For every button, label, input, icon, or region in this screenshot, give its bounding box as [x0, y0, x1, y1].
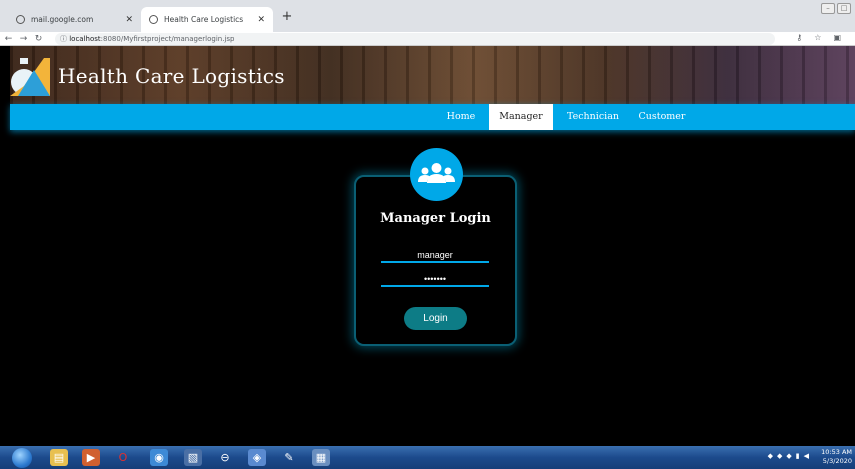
- battery-icon[interactable]: ▮: [796, 452, 800, 460]
- box-icon[interactable]: ◈: [248, 449, 266, 466]
- media-icon[interactable]: ▶: [82, 449, 100, 466]
- main-navbar: Home Manager Technician Customer: [10, 104, 855, 130]
- paint-icon[interactable]: ✎: [280, 449, 298, 466]
- username-field[interactable]: [381, 249, 489, 263]
- url-host: localhost: [69, 35, 101, 43]
- extension-icon[interactable]: ▣: [833, 33, 841, 42]
- close-tab-icon[interactable]: ✕: [125, 15, 133, 25]
- clock-time: 10:53 AM: [821, 448, 852, 456]
- windows-taskbar: ▤ ▶ O ◉ ▧ ⊖ ◈ ✎ ▦ ◆ ◆ ◆ ▮ ◀ 10:53 AM 5/3…: [0, 446, 855, 469]
- close-tab-icon[interactable]: ✕: [257, 15, 265, 25]
- nav-customer[interactable]: Customer: [632, 104, 692, 130]
- window-controls: – □: [821, 3, 851, 14]
- users-avatar-icon: [410, 148, 463, 201]
- login-title: Manager Login: [380, 211, 491, 226]
- document-icon[interactable]: ▦: [312, 449, 330, 466]
- flask-logo-icon: [10, 58, 50, 96]
- nav-technician[interactable]: Technician: [561, 104, 625, 130]
- clock-date: 5/3/2020: [822, 457, 852, 465]
- network-icon[interactable]: ◆: [768, 452, 773, 460]
- key-icon[interactable]: ⚷: [796, 33, 802, 42]
- chrome-icon[interactable]: ◉: [150, 449, 168, 466]
- minus-circle-icon[interactable]: ⊖: [216, 449, 234, 466]
- browser-tabstrip: mail.google.com ✕ Health Care Logistics …: [0, 0, 855, 32]
- globe-icon: [149, 15, 158, 24]
- url-input[interactable]: ⓘ localhost:8080/Myfirstproject/managerl…: [55, 33, 775, 45]
- shield-icon[interactable]: ◆: [777, 452, 782, 460]
- info-icon[interactable]: ⓘ: [60, 35, 67, 43]
- nav-home[interactable]: Home: [437, 104, 485, 130]
- flag-icon[interactable]: ◆: [786, 452, 791, 460]
- volume-icon[interactable]: ◀: [804, 452, 809, 460]
- site-title: Health Care Logistics: [58, 64, 285, 88]
- forward-icon[interactable]: →: [17, 34, 30, 44]
- tab-gmail[interactable]: mail.google.com ✕: [8, 7, 141, 32]
- back-icon[interactable]: ←: [2, 34, 15, 44]
- app-icon[interactable]: ▧: [184, 449, 202, 466]
- login-button[interactable]: Login: [404, 307, 467, 330]
- browser-actions: ⚷ ☆ ▣: [796, 33, 841, 42]
- minimize-icon[interactable]: –: [821, 3, 835, 14]
- start-button[interactable]: [12, 448, 32, 468]
- tab-health-care[interactable]: Health Care Logistics ✕: [141, 7, 273, 32]
- star-icon[interactable]: ☆: [814, 33, 821, 42]
- tab-label: mail.google.com: [31, 15, 94, 24]
- opera-icon[interactable]: O: [114, 449, 132, 466]
- password-field[interactable]: [381, 273, 489, 287]
- globe-icon: [16, 15, 25, 24]
- maximize-icon[interactable]: □: [837, 3, 851, 14]
- address-bar: ← → ↻ ⓘ localhost:8080/Myfirstproject/ma…: [0, 32, 855, 46]
- reload-icon[interactable]: ↻: [32, 34, 45, 44]
- taskbar-clock[interactable]: 10:53 AM 5/3/2020: [812, 448, 852, 466]
- url-path: :8080/Myfirstproject/managerlogin.jsp: [100, 35, 235, 43]
- new-tab-button[interactable]: +: [279, 9, 295, 25]
- nav-manager[interactable]: Manager: [489, 104, 553, 130]
- system-tray: ◆ ◆ ◆ ▮ ◀: [768, 452, 809, 460]
- site-banner: Health Care Logistics: [10, 46, 855, 104]
- folder-icon[interactable]: ▤: [50, 449, 68, 466]
- tab-label: Health Care Logistics: [164, 15, 244, 24]
